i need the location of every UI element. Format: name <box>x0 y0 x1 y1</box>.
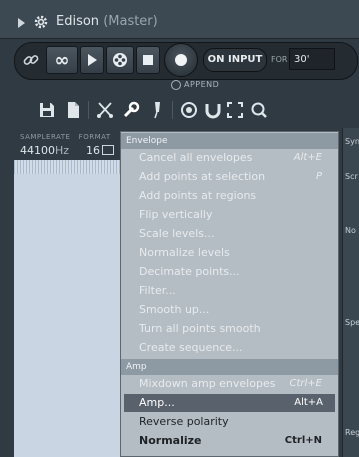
right-panel-label: Spe <box>345 318 359 327</box>
menu-item-reverse-polarity[interactable]: Reverse polarity <box>139 413 334 431</box>
menu-item-create-sequence[interactable]: Create sequence... <box>139 339 334 357</box>
document-icon[interactable] <box>64 101 82 119</box>
readout-labels: SAMPLERATE FORMAT <box>20 133 111 141</box>
scissors-icon[interactable] <box>96 101 114 119</box>
collapse-arrow-icon[interactable] <box>18 18 25 28</box>
toolbar-divider <box>88 101 89 119</box>
wrench-icon[interactable] <box>122 101 140 119</box>
menu-item-label: Normalize <box>139 434 202 447</box>
menu-item-label: Create sequence... <box>139 341 243 354</box>
window-title: Edison (Master) <box>56 14 158 29</box>
menu-item-flip-vertically[interactable]: Flip vertically <box>139 206 334 224</box>
menu-item-shortcut: Ctrl+N <box>284 435 322 446</box>
right-panel-label: Syn <box>345 137 359 146</box>
waveform-top <box>14 160 122 174</box>
samplerate-number: 44100 <box>20 144 55 157</box>
eye-icon[interactable] <box>180 101 198 119</box>
for-label: FOR <box>271 55 288 64</box>
record-button[interactable] <box>164 43 198 77</box>
menu-item-smooth-up[interactable]: Smooth up... <box>139 301 334 319</box>
menu-header-amp: Amp <box>121 359 338 375</box>
menu-item-label: Turn all points smooth <box>139 322 261 335</box>
menu-item-label: Scale levels... <box>139 227 215 240</box>
menu-item-add-points-at-selection[interactable]: Add points at selection P <box>139 168 334 186</box>
title-bar <box>0 0 359 39</box>
zoom-icon[interactable] <box>250 101 268 119</box>
record-icon <box>175 54 187 66</box>
menu-item-label: Decimate points... <box>139 265 240 278</box>
menu-item-filter[interactable]: Filter... <box>139 282 334 300</box>
menu-item-label: Reverse polarity <box>139 415 229 428</box>
samplerate-label: SAMPLERATE <box>20 133 71 141</box>
menu-item-decimate-points[interactable]: Decimate points... <box>139 263 334 281</box>
right-panel-label: Reg <box>345 428 359 437</box>
menu-item-shortcut: P <box>315 171 322 182</box>
format-label: FORMAT <box>78 133 111 141</box>
menu-item-label: Flip vertically <box>139 208 213 221</box>
format-value: 16 <box>86 144 100 157</box>
append-radio[interactable] <box>171 80 181 90</box>
append-label: APPEND <box>184 80 220 89</box>
menu-item-label: Smooth up... <box>139 303 210 316</box>
toolbar-divider <box>172 101 173 119</box>
menu-item-amp[interactable]: Amp... Alt+A <box>124 394 335 412</box>
waveform-area[interactable] <box>14 160 122 457</box>
menu-item-shortcut: Alt+E <box>293 152 322 163</box>
fullscreen-icon[interactable] <box>226 101 244 119</box>
menu-item-label: Add points at selection <box>139 170 266 183</box>
tools-menu: Envelope Cancel all envelopes Alt+E Add p… <box>120 131 339 457</box>
menu-item-label: Mixdown amp envelopes <box>139 377 276 390</box>
marker-icon[interactable] <box>148 101 166 119</box>
menu-item-label: Filter... <box>139 284 176 297</box>
menu-item-label: Amp... <box>139 396 175 409</box>
menu-item-mixdown-amp-envelopes[interactable]: Mixdown amp envelopes Ctrl+E <box>139 375 334 393</box>
samplerate-unit: Hz <box>55 144 70 157</box>
play-button[interactable] <box>80 46 104 74</box>
menu-item-cancel-all-envelopes[interactable]: Cancel all envelopes Alt+E <box>139 149 334 167</box>
magnet-icon[interactable] <box>204 101 222 119</box>
right-panel-label: Scr <box>345 172 358 181</box>
menu-item-label: Cancel all envelopes <box>139 151 253 164</box>
record-length-field[interactable]: 30' <box>289 48 335 70</box>
menu-item-scale-levels[interactable]: Scale levels... <box>139 225 334 243</box>
menu-item-label: Normalize levels <box>139 246 230 259</box>
menu-item-add-points-at-regions[interactable]: Add points at regions <box>139 187 334 205</box>
reel-button[interactable] <box>106 46 134 74</box>
menu-header-envelope: Envelope <box>121 133 338 149</box>
format-icon[interactable] <box>102 145 114 155</box>
window-title-name: Edison <box>56 14 100 29</box>
record-mode-select[interactable]: ON INPUT <box>203 48 267 72</box>
reel-icon <box>113 53 127 67</box>
menu-item-turn-all-points-smooth[interactable]: Turn all points smooth <box>139 320 334 338</box>
stop-icon <box>143 55 153 65</box>
gear-icon[interactable] <box>33 14 49 30</box>
menu-item-normalize-levels[interactable]: Normalize levels <box>139 244 334 262</box>
menu-item-normalize[interactable]: Normalize Ctrl+N <box>139 432 334 450</box>
right-panel-label: No <box>345 226 356 235</box>
link-icon[interactable] <box>22 51 40 69</box>
window-title-subtitle: (Master) <box>103 14 158 29</box>
menu-item-shortcut: Alt+A <box>294 397 323 408</box>
stop-button[interactable] <box>136 46 160 74</box>
samplerate-value: 44100Hz <box>20 144 69 157</box>
menu-item-shortcut: Ctrl+E <box>289 378 323 389</box>
menu-item-label: Add points at regions <box>139 189 257 202</box>
save-icon[interactable] <box>38 101 56 119</box>
play-icon <box>88 54 97 66</box>
loop-button[interactable]: ∞ <box>46 46 78 74</box>
